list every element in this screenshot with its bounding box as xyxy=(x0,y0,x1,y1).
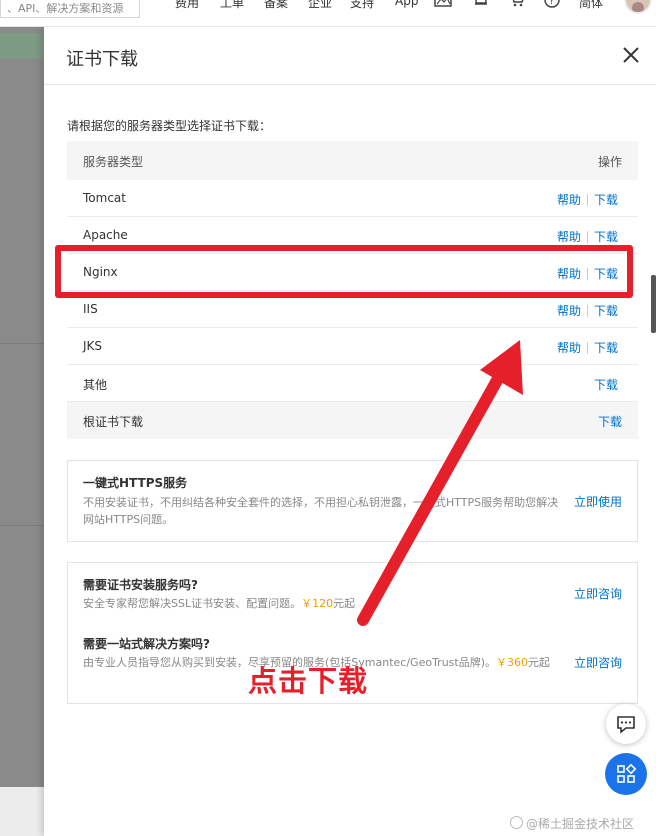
install-service-price: ￥120 xyxy=(301,597,334,610)
help-link[interactable]: 帮助 xyxy=(557,341,581,355)
grid-apps-icon xyxy=(617,763,637,783)
top-navigation-bar: 、API、解决方案和资源 费用 工单 备案 企业 支持 App ? 简体 xyxy=(0,0,656,27)
download-link[interactable]: 下载 xyxy=(594,193,618,207)
https-card-description: 不用安装证书，不用纠结各种安全套件的选择，不用担心私钥泄露，一键式HTTPS服务… xyxy=(83,496,559,526)
watermark-logo-icon xyxy=(510,816,523,829)
nav-item-app[interactable]: App xyxy=(395,0,418,8)
server-name: JKS xyxy=(83,339,103,353)
table-row-tomcat: Tomcat 帮助 下载 xyxy=(67,180,638,217)
https-service-card: 一键式HTTPS服务 不用安装证书，不用纠结各种安全套件的选择，不用担心私钥泄露… xyxy=(67,460,638,542)
watermark-text: @稀土掘金技术社区 xyxy=(526,817,635,831)
table-row-root-certificate: 根证书下载 下载 xyxy=(67,402,638,439)
table-header: 服务器类型 操作 xyxy=(67,141,638,180)
bell-icon[interactable] xyxy=(472,0,490,8)
download-link[interactable]: 下载 xyxy=(594,341,618,355)
close-icon[interactable] xyxy=(620,44,642,66)
help-link[interactable]: 帮助 xyxy=(557,230,581,244)
consult-now-button[interactable]: 立即咨询 xyxy=(574,585,622,602)
global-search-input[interactable]: 、API、解决方案和资源 xyxy=(0,0,140,18)
download-link[interactable]: 下载 xyxy=(594,304,618,318)
nginx-highlight-box xyxy=(55,245,633,298)
nav-item-tickets[interactable]: 工单 xyxy=(220,0,244,11)
cart-icon[interactable] xyxy=(508,0,526,8)
drawer-header: 证书下载 xyxy=(44,27,656,85)
install-service-title: 需要证书安装服务吗? xyxy=(83,578,198,592)
background-banner xyxy=(0,33,44,59)
server-name: 其他 xyxy=(83,378,108,392)
column-header-action: 操作 xyxy=(597,155,622,169)
language-switch[interactable]: 简体 xyxy=(579,0,603,11)
help-link[interactable]: 帮助 xyxy=(557,193,581,207)
chat-bubble-icon xyxy=(617,716,635,734)
table-row-jks: JKS 帮助 下载 xyxy=(67,328,638,365)
apps-float-button[interactable] xyxy=(605,753,647,795)
consult-now-button[interactable]: 立即咨询 xyxy=(574,654,622,671)
server-name: Tomcat xyxy=(83,191,126,205)
table-row-other: 其他 下载 xyxy=(67,365,638,402)
price-suffix: 元起 xyxy=(333,597,356,610)
help-circle-icon[interactable]: ? xyxy=(543,0,561,8)
divider xyxy=(586,194,588,206)
nav-item-support[interactable]: 支持 xyxy=(350,0,374,11)
download-link[interactable]: 下载 xyxy=(594,378,618,392)
drawer-title: 证书下载 xyxy=(66,49,138,70)
server-name: IIS xyxy=(83,302,98,316)
install-service-description: 安全专家帮您解决SSL证书安装、配置问题。￥120元起 xyxy=(83,595,563,612)
server-name: 根证书下载 xyxy=(83,415,144,429)
chat-float-button[interactable] xyxy=(606,704,646,744)
image-icon[interactable] xyxy=(434,0,452,8)
price-suffix: 元起 xyxy=(528,656,550,669)
nav-item-icp-filing[interactable]: 备案 xyxy=(264,0,288,11)
divider xyxy=(586,231,588,243)
page-overlay-backdrop[interactable] xyxy=(0,27,44,836)
solution-title: 需要一站式解决方案吗? xyxy=(83,637,210,651)
download-link[interactable]: 下载 xyxy=(598,415,622,429)
solution-price: ￥360 xyxy=(496,656,528,669)
svg-text:?: ? xyxy=(549,0,554,7)
divider xyxy=(586,305,588,317)
nav-item-billing[interactable]: 费用 xyxy=(175,0,199,11)
column-header-server-type: 服务器类型 xyxy=(83,155,144,169)
certificate-download-drawer: 证书下载 请根据您的服务器类型选择证书下载： 服务器类型 操作 Tomcat 帮… xyxy=(44,27,656,836)
nav-item-enterprise[interactable]: 企业 xyxy=(308,0,332,11)
user-avatar[interactable] xyxy=(624,0,652,14)
help-link[interactable]: 帮助 xyxy=(557,304,581,318)
server-name: Apache xyxy=(83,228,128,242)
divider xyxy=(586,342,588,354)
background-divider xyxy=(0,525,44,526)
download-link[interactable]: 下载 xyxy=(594,230,618,244)
drawer-subtitle: 请根据您的服务器类型选择证书下载： xyxy=(67,119,272,133)
install-service-desc-text: 安全专家帮您解决SSL证书安装、配置问题。 xyxy=(83,597,302,610)
annotation-label: 点击下载 xyxy=(248,664,369,698)
scrollbar-handle[interactable] xyxy=(651,275,656,333)
background-divider xyxy=(0,343,44,344)
https-card-title: 一键式HTTPS服务 xyxy=(83,476,188,490)
use-now-button[interactable]: 立即使用 xyxy=(574,493,622,510)
background-footer xyxy=(0,787,44,836)
